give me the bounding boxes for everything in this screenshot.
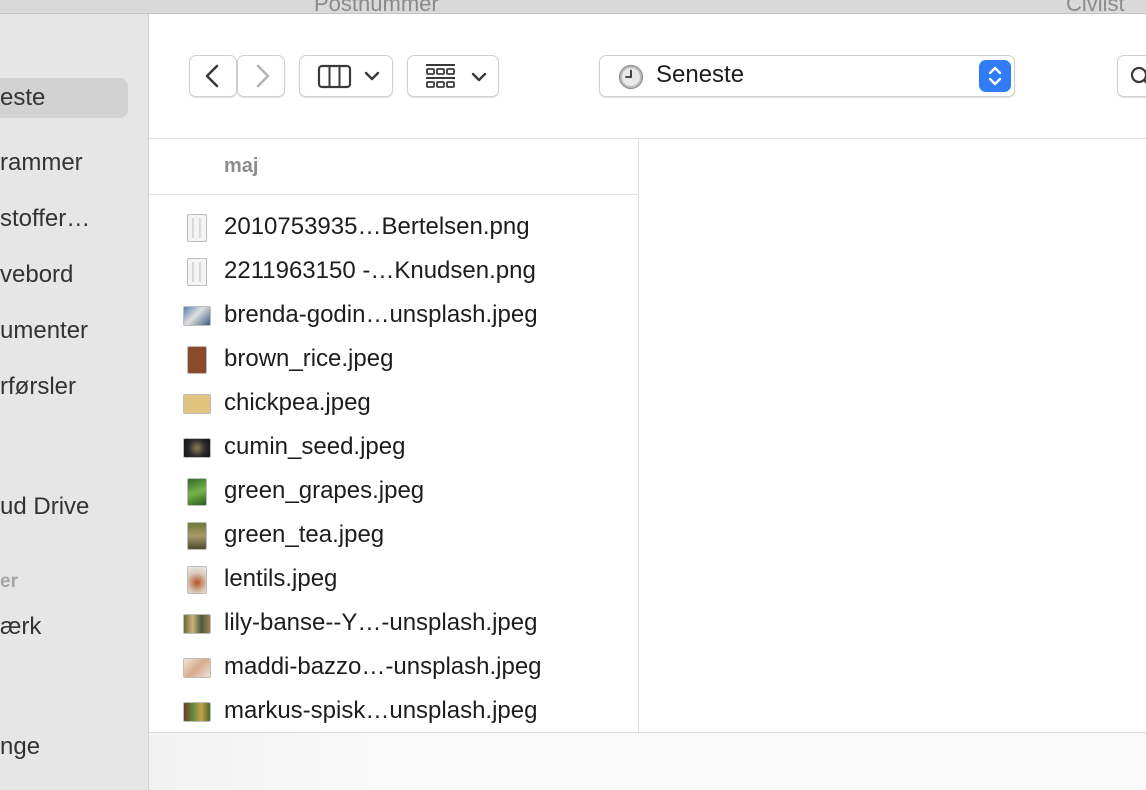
file-row[interactable]: brenda-godin…unsplash.jpeg [149, 294, 638, 338]
sidebar-item-sources[interactable]: stoffer… [0, 199, 90, 239]
search-field[interactable] [1117, 55, 1146, 97]
sidebar-item-documents[interactable]: umenter [0, 311, 88, 351]
sidebar-item-label: ud Drive [0, 493, 90, 520]
sidebar-item-label: rammer [0, 149, 83, 176]
file-name: maddi-bazzo…-unsplash.jpeg [224, 653, 542, 680]
sidebar: este rammer stoffer… vebord umenter rfør… [0, 14, 149, 790]
file-row[interactable]: 2010753935…Bertelsen.png [149, 206, 638, 250]
forward-button[interactable] [237, 55, 285, 97]
sidebar-item-icloud-drive[interactable]: ud Drive [0, 487, 89, 527]
chevron-left-icon [205, 64, 219, 88]
file-thumbnail-icon [183, 614, 211, 634]
clock-icon [618, 64, 644, 90]
location-popup[interactable]: Seneste [599, 55, 1015, 97]
location-label: Seneste [656, 61, 745, 88]
toolbar: Seneste [149, 14, 1146, 139]
file-thumbnail-icon [187, 478, 207, 506]
sidebar-item-tags[interactable]: ærk [0, 607, 41, 647]
file-row[interactable]: lily-banse--Y…-unsplash.jpeg [149, 602, 638, 646]
sidebar-item-downloads[interactable]: rførsler [0, 367, 76, 407]
preview-pane [639, 139, 1146, 732]
file-thumbnail-icon [183, 394, 211, 414]
file-name: markus-spisk…unsplash.jpeg [224, 697, 538, 724]
file-thumbnail-icon [187, 522, 207, 550]
column-view-icon [317, 64, 380, 89]
file-name: lily-banse--Y…-unsplash.jpeg [224, 609, 538, 636]
bottom-bar [149, 732, 1146, 790]
file-row[interactable]: lentils.jpeg [149, 558, 638, 602]
file-name: 2211963150 -…Knudsen.png [224, 257, 536, 284]
sidebar-item-label: vebord [0, 261, 74, 288]
sidebar-item-label: rførsler [0, 373, 76, 400]
file-name: green_tea.jpeg [224, 521, 385, 548]
sidebar-item-label: nge [0, 733, 41, 760]
sidebar-item-label: umenter [0, 317, 89, 344]
file-row[interactable]: maddi-bazzo…-unsplash.jpeg [149, 646, 638, 690]
file-name: 2010753935…Bertelsen.png [224, 213, 530, 240]
sidebar-section-header: er [0, 571, 18, 592]
grid-group-icon [426, 64, 487, 88]
popup-stepper[interactable] [979, 60, 1011, 92]
file-thumbnail-icon [187, 214, 207, 242]
file-row[interactable]: 2211963150 -…Knudsen.png [149, 250, 638, 294]
file-thumbnail-icon [187, 566, 207, 594]
back-button[interactable] [189, 55, 237, 97]
chevron-right-icon [256, 64, 270, 88]
background-window-title-right: Civilst [1066, 0, 1125, 14]
search-icon [1130, 66, 1146, 84]
bottom-bar-fade [149, 733, 409, 790]
file-thumbnail-icon [187, 258, 207, 286]
background-window-titlebar: Postnummer Civilst [0, 0, 1146, 14]
sidebar-item-label: este [0, 84, 46, 111]
sidebar-item-desktop[interactable]: vebord [0, 255, 73, 295]
file-name: chickpea.jpeg [224, 389, 371, 416]
file-thumbnail-icon [183, 438, 211, 458]
file-row[interactable]: chickpea.jpeg [149, 382, 638, 426]
view-mode-button[interactable] [299, 55, 393, 97]
group-divider [149, 194, 638, 195]
group-header: maj [224, 155, 259, 177]
file-name: brown_rice.jpeg [224, 345, 394, 372]
file-row[interactable]: cumin_seed.jpeg [149, 426, 638, 470]
finder-window: Postnummer Civilst este rammer stoffer… … [0, 0, 1146, 790]
up-down-chevron-icon [988, 66, 1002, 86]
file-thumbnail-icon [183, 702, 211, 722]
file-thumbnail-icon [183, 658, 211, 678]
file-name: lentils.jpeg [224, 565, 338, 592]
file-thumbnail-icon [183, 306, 211, 326]
file-name: brenda-godin…unsplash.jpeg [224, 301, 538, 328]
sidebar-item-recent[interactable]: este [0, 78, 128, 118]
sidebar-item-label: ærk [0, 613, 42, 640]
file-name: green_grapes.jpeg [224, 477, 425, 504]
file-row[interactable]: green_tea.jpeg [149, 514, 638, 558]
file-row[interactable]: brown_rice.jpeg [149, 338, 638, 382]
background-window-title-left: Postnummer [314, 0, 439, 14]
sidebar-item-label: stoffer… [0, 205, 91, 232]
sidebar-item-applications[interactable]: rammer [0, 143, 83, 183]
file-thumbnail-icon [187, 346, 207, 374]
file-name: cumin_seed.jpeg [224, 433, 406, 460]
file-row[interactable]: green_grapes.jpeg [149, 470, 638, 514]
group-button[interactable] [407, 55, 499, 97]
file-column: maj 2010753935…Bertelsen.png 2211963150 … [149, 139, 639, 732]
sidebar-item-other[interactable]: nge [0, 727, 40, 767]
file-row[interactable]: markus-spisk…unsplash.jpeg [149, 690, 638, 734]
